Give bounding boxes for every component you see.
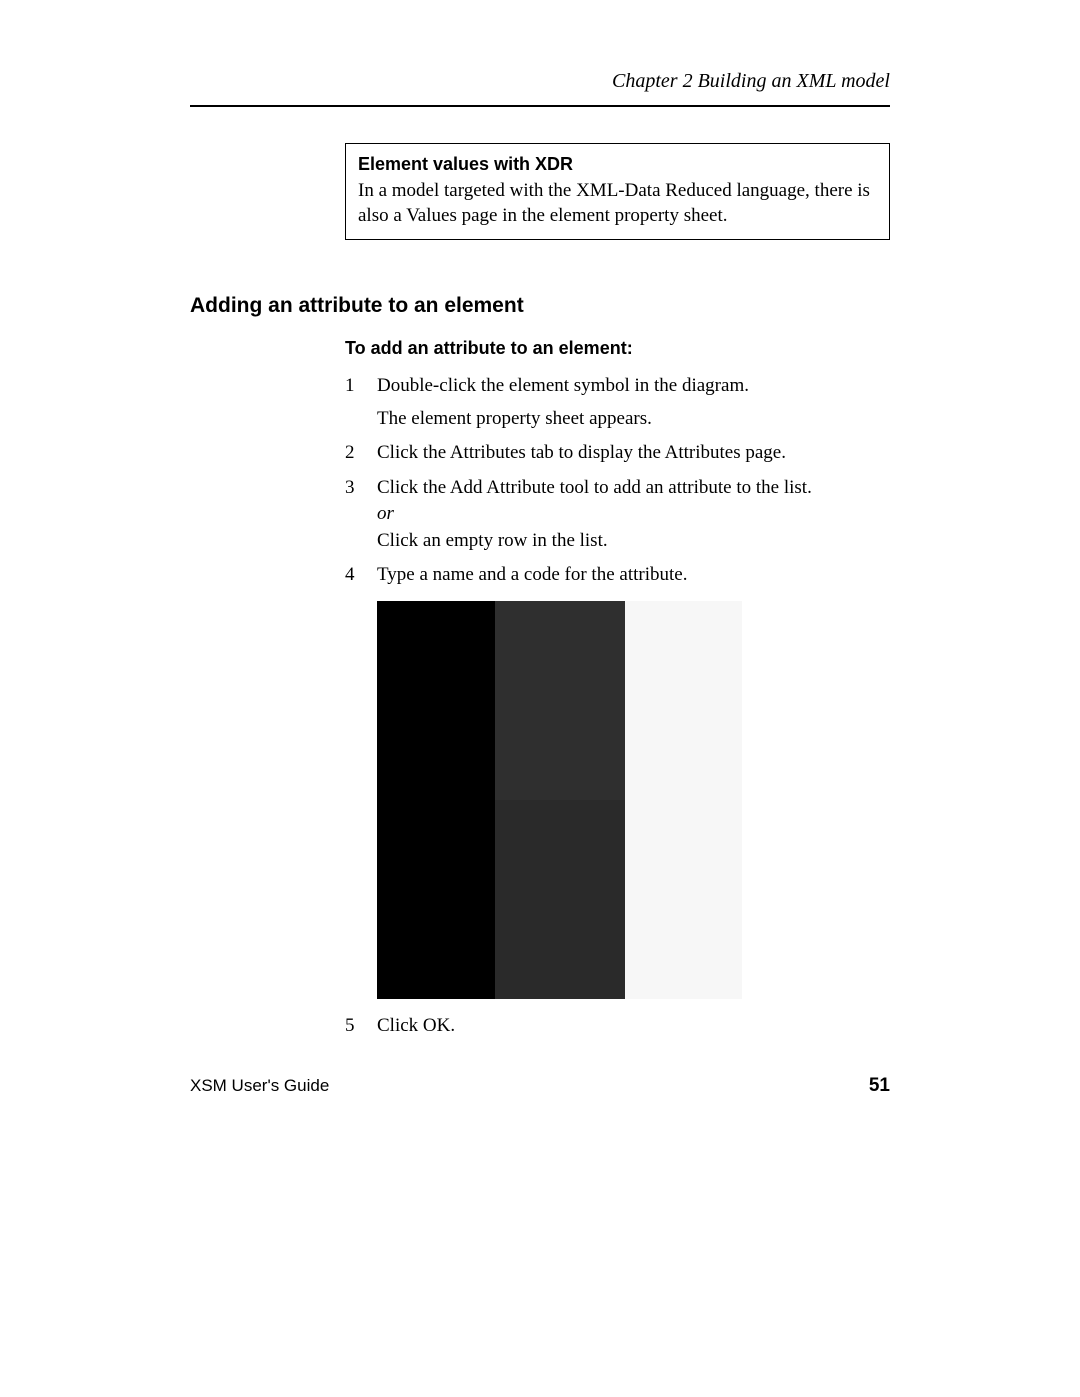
step-text: Click the Add Attribute tool to add an a…	[377, 475, 890, 502]
procedure-steps-continued: 5 Click OK.	[345, 1013, 890, 1040]
step-text: Type a name and a code for the attribute…	[377, 562, 890, 589]
step-3: 3 Click the Add Attribute tool to add an…	[345, 475, 890, 555]
running-header: Chapter 2 Building an XML model	[190, 70, 890, 93]
step-1: 1 Double-click the element symbol in the…	[345, 373, 890, 432]
note-title: Element values with XDR	[358, 154, 573, 174]
step-text: Double-click the element symbol in the d…	[377, 373, 890, 400]
step-alt-text: Click an empty row in the list.	[377, 528, 890, 555]
screenshot-figure	[377, 601, 742, 999]
procedure-steps: 1 Double-click the element symbol in the…	[345, 373, 890, 589]
note-box: Element values with XDR In a model targe…	[345, 143, 890, 240]
page-footer: XSM User's Guide 51	[190, 1075, 890, 1097]
figure-region-dark	[377, 601, 495, 999]
footer-guide-name: XSM User's Guide	[190, 1076, 329, 1096]
step-text: Click the Attributes tab to display the …	[377, 440, 890, 467]
step-number: 4	[345, 562, 377, 589]
header-rule	[190, 105, 890, 107]
step-number: 2	[345, 440, 377, 467]
figure-region-light	[625, 601, 742, 999]
document-page: Chapter 2 Building an XML model Element …	[0, 0, 1080, 1397]
note-body: In a model targeted with the XML-Data Re…	[358, 180, 870, 227]
step-text: Click OK.	[377, 1013, 890, 1040]
step-number: 5	[345, 1013, 377, 1040]
step-or: or	[377, 501, 890, 528]
figure-region-mid	[495, 601, 625, 999]
step-subtext: The element property sheet appears.	[377, 406, 890, 433]
step-number: 1	[345, 373, 377, 400]
step-number: 3	[345, 475, 377, 502]
step-2: 2 Click the Attributes tab to display th…	[345, 440, 890, 467]
section-heading: Adding an attribute to an element	[190, 294, 890, 318]
procedure-intro: To add an attribute to an element:	[345, 338, 890, 359]
step-5: 5 Click OK.	[345, 1013, 890, 1040]
footer-page-number: 51	[869, 1075, 890, 1097]
step-4: 4 Type a name and a code for the attribu…	[345, 562, 890, 589]
